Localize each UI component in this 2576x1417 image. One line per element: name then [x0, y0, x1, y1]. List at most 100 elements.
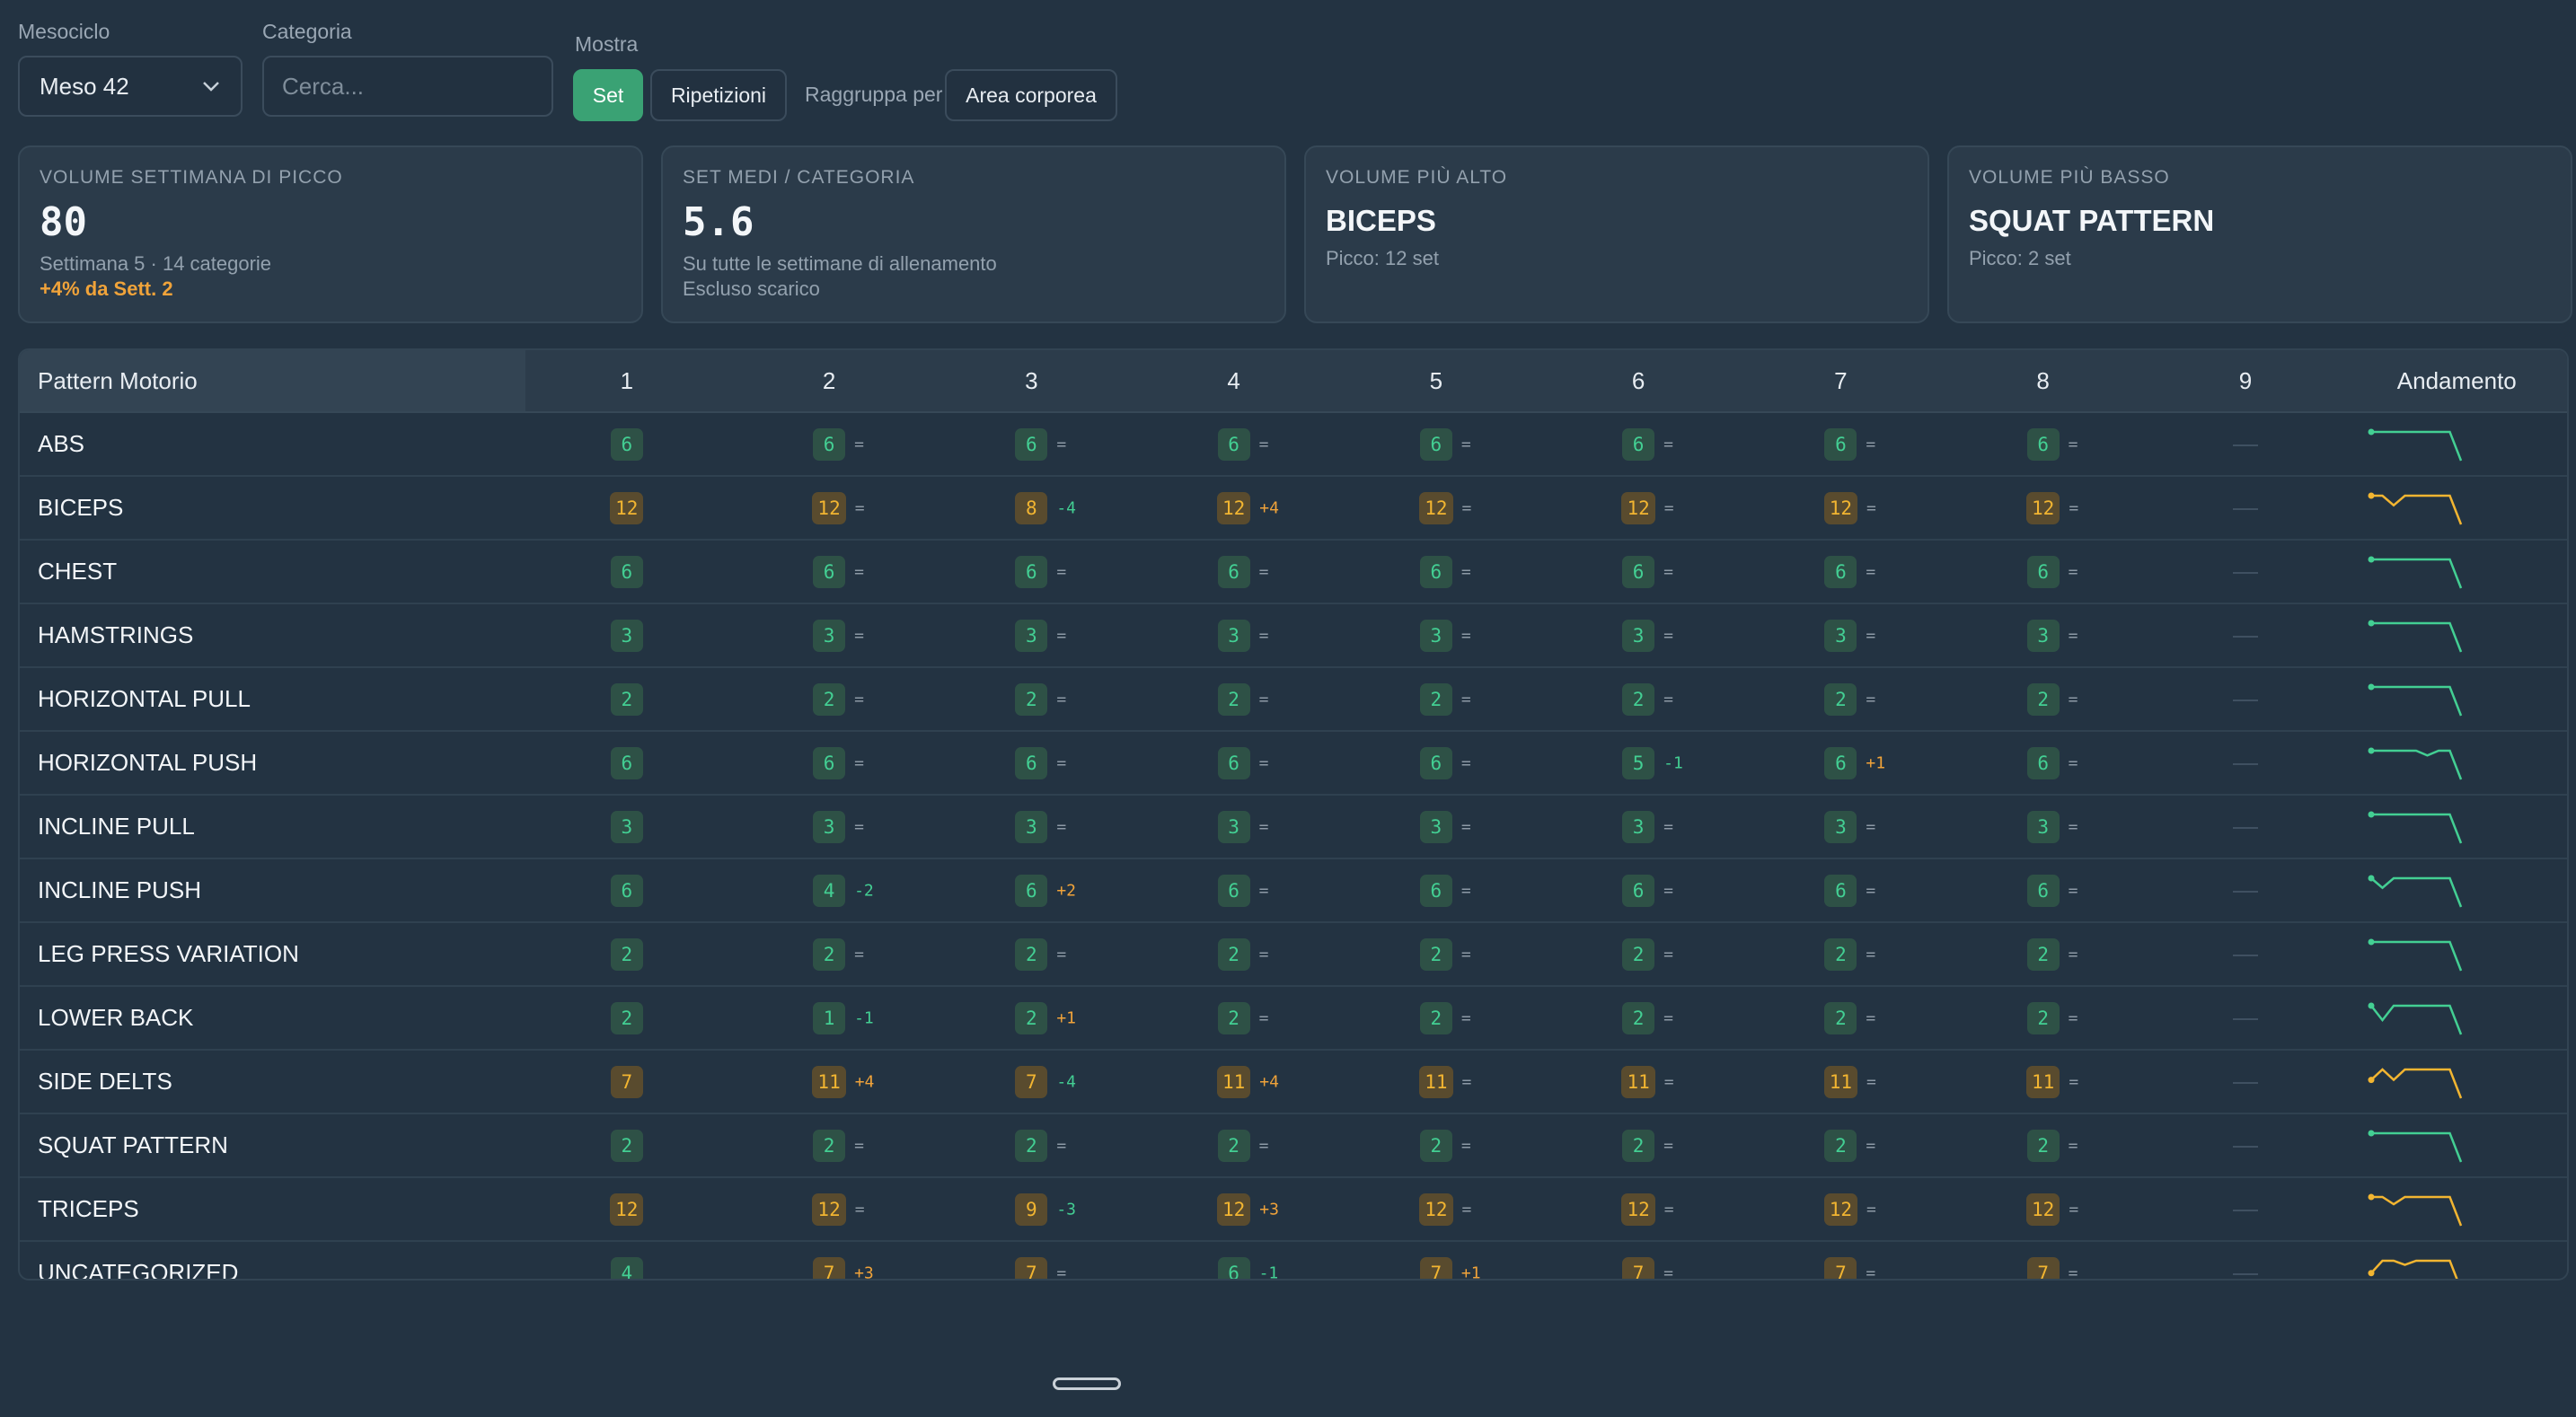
set-value-cell: 2 =: [1419, 1129, 1471, 1162]
row-name: UNCATEGORIZED: [38, 1259, 239, 1281]
week-cell: 2 =: [1132, 1113, 1336, 1178]
set-count-badge: 2: [1622, 937, 1655, 971]
header-week-8[interactable]: 8: [1942, 350, 2145, 413]
row-name: INCLINE PUSH: [20, 858, 526, 923]
delta-indicator: -2: [854, 881, 874, 900]
empty-cell-dash: [2232, 1272, 2258, 1275]
set-value-cell: 2 =: [2026, 937, 2078, 971]
mesociclo-value: Meso 42: [40, 72, 129, 100]
set-value-cell: 6 =: [2026, 874, 2078, 907]
delta-indicator: =: [2068, 562, 2078, 581]
delta-indicator: =: [1663, 435, 1673, 453]
set-value-cell: 2 =: [1419, 937, 1471, 971]
week-cell: 7 -4: [930, 1050, 1133, 1114]
set-count-badge: 12: [1823, 491, 1858, 524]
set-count-badge: 6: [1015, 427, 1048, 461]
delta-indicator: =: [1258, 626, 1269, 645]
header-week-9[interactable]: 9: [2144, 350, 2347, 413]
empty-cell-dash: [2232, 762, 2258, 765]
set-count-badge: 3: [1824, 619, 1857, 652]
set-value-cell: 3 =: [1419, 810, 1471, 843]
set-value-cell: 12 +3: [1216, 1193, 1279, 1226]
week-cell: 6 =: [1537, 540, 1740, 604]
table-header-row: Pattern Motorio 1 2 3 4 5 6 7 8 9 Andamento: [20, 350, 2567, 413]
header-week-1[interactable]: 1: [525, 350, 728, 413]
trend-sparkline: [2368, 1130, 2462, 1162]
week-cell: 2 =: [930, 922, 1133, 987]
set-count-badge: 3: [1015, 810, 1048, 843]
categoria-label: Categoria: [262, 20, 352, 43]
set-value-cell: 2 =: [813, 1129, 864, 1162]
week-cell: 2 =: [1739, 922, 1943, 987]
set-count-badge: 3: [610, 619, 643, 652]
set-count-badge: 1: [813, 1001, 846, 1034]
set-toggle-button[interactable]: Set: [573, 69, 643, 121]
header-week-3[interactable]: 3: [930, 350, 1133, 413]
trend-cell: [2346, 667, 2567, 732]
set-value-cell: 6 =: [1824, 874, 1875, 907]
delta-indicator: =: [854, 435, 864, 453]
set-count-badge: 2: [1419, 1001, 1452, 1034]
week-cell: 2 =: [1942, 1113, 2145, 1178]
header-week-5[interactable]: 5: [1335, 350, 1538, 413]
set-value-cell: 6 =: [2026, 555, 2078, 588]
delta-indicator: =: [2069, 1200, 2079, 1219]
trend-line: [2370, 813, 2462, 843]
delta-indicator: =: [1663, 690, 1673, 708]
delta-indicator: =: [1460, 435, 1471, 453]
delta-indicator: =: [1866, 1008, 1876, 1027]
delta-indicator: =: [854, 626, 864, 645]
set-count-badge: 2: [1217, 937, 1250, 971]
trend-sparkline: [2368, 811, 2462, 843]
set-count-badge: 8: [1015, 491, 1048, 524]
delta-indicator: =: [854, 753, 864, 772]
set-count-badge: 3: [1015, 619, 1048, 652]
set-count-badge: 3: [1217, 619, 1250, 652]
set-value-cell: 2 =: [1419, 682, 1471, 716]
set-value-cell: 6 =: [1217, 555, 1268, 588]
delta-indicator: =: [1663, 1200, 1674, 1219]
delta-indicator: =: [854, 690, 864, 708]
trend-line: [2370, 940, 2462, 971]
header-pattern-motorio[interactable]: Pattern Motorio: [20, 350, 526, 413]
delta-indicator: =: [1056, 817, 1067, 836]
week-cell: 12 =: [1537, 476, 1740, 541]
delta-indicator: =: [1866, 945, 1876, 964]
trend-line: [2370, 1195, 2462, 1226]
drag-handle[interactable]: [1053, 1377, 1121, 1390]
header-week-6[interactable]: 6: [1537, 350, 1740, 413]
header-week-7[interactable]: 7: [1739, 350, 1943, 413]
trend-start-point: [2368, 556, 2375, 562]
delta-indicator: =: [2068, 1136, 2078, 1155]
week-cell: [2144, 986, 2347, 1051]
header-week-2[interactable]: 2: [728, 350, 931, 413]
set-value-cell: 11 =: [1823, 1065, 1876, 1098]
week-cell: 6 =: [1942, 858, 2145, 923]
table-row: SQUAT PATTERN 2 2 = 2 = 2 = 2 = 2 = 2 = 2 =: [20, 1113, 2567, 1178]
set-count-badge: 2: [610, 682, 643, 716]
trend-start-point: [2368, 683, 2375, 690]
week-cell: 3 =: [1335, 795, 1538, 859]
set-count-badge: 2: [813, 1129, 846, 1162]
area-corporea-button[interactable]: Area corporea: [945, 69, 1117, 121]
set-count-badge: 2: [1824, 937, 1857, 971]
set-value-cell: 2 =: [1824, 937, 1875, 971]
delta-indicator: +3: [854, 1263, 874, 1281]
row-name: BICEPS: [20, 476, 526, 541]
delta-indicator: =: [1461, 498, 1472, 517]
week-cell: 2: [525, 667, 728, 732]
delta-indicator: =: [854, 498, 865, 517]
set-value-cell: 6 =: [813, 746, 864, 779]
ripetizioni-toggle-button[interactable]: Ripetizioni: [650, 69, 787, 121]
categoria-search-input[interactable]: [262, 56, 553, 117]
delta-indicator: =: [1258, 881, 1269, 900]
mesociclo-select[interactable]: Meso 42: [18, 56, 243, 117]
set-value-cell: 3 =: [2026, 810, 2078, 843]
week-cell: 12 =: [1942, 1177, 2145, 1242]
set-value-cell: 6: [610, 874, 643, 907]
week-cell: 2 =: [1942, 667, 2145, 732]
header-week-4[interactable]: 4: [1132, 350, 1336, 413]
delta-indicator: =: [1056, 690, 1067, 708]
trend-line: [2369, 1259, 2458, 1279]
week-cell: 6 =: [1537, 858, 1740, 923]
